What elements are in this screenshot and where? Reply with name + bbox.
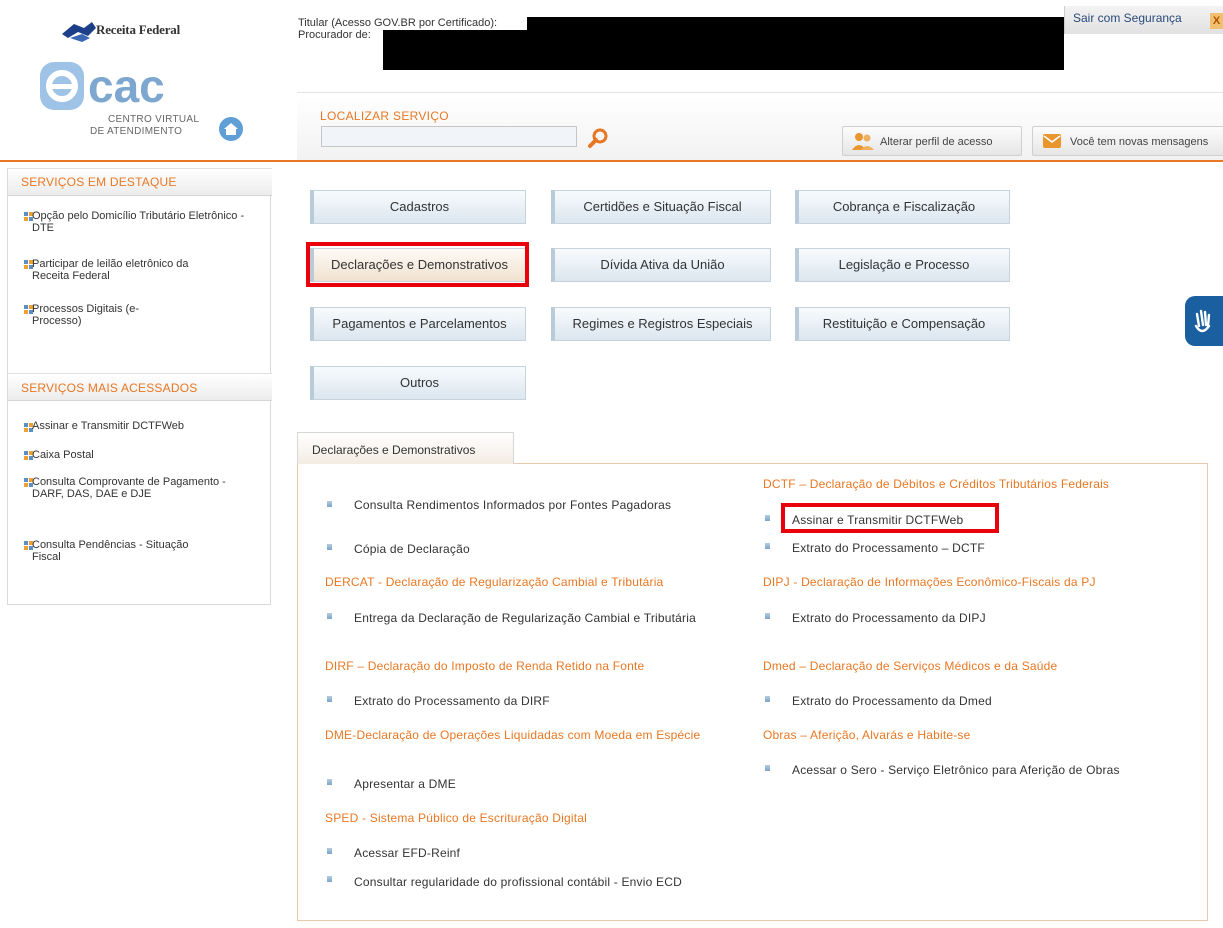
- close-icon[interactable]: X: [1210, 13, 1223, 29]
- bullet-icon: [327, 779, 332, 785]
- home-icon[interactable]: [218, 116, 244, 142]
- search-icon[interactable]: [587, 127, 609, 149]
- sidebar-item-pendencias[interactable]: Consulta Pendências - Situação Fiscal: [32, 539, 202, 563]
- category-outros[interactable]: Outros: [310, 366, 526, 400]
- service-item[interactable]: Extrato do Processamento – DCTF: [792, 542, 985, 555]
- sidebar-item-leilao[interactable]: Participar de leilão eletrônico da Recei…: [32, 258, 222, 282]
- bullet-icon: [327, 613, 332, 619]
- section-title-dme: DME-Declaração de Operações Liquidadas c…: [325, 728, 701, 742]
- titular-label: Titular (Acesso GOV.BR por Certificado):: [298, 17, 498, 29]
- service-item[interactable]: Cópia de Declaração: [354, 543, 470, 556]
- brand-name: Receita Federal: [96, 22, 180, 37]
- bullet-icon: [327, 501, 332, 507]
- highlight-box: [306, 242, 529, 287]
- service-item[interactable]: Acessar o Sero - Serviço Eletrônico para…: [792, 764, 1132, 777]
- sidebar-item-caixa-postal[interactable]: Caixa Postal: [32, 449, 252, 461]
- header-divider: [0, 160, 1223, 162]
- service-item[interactable]: Extrato do Processamento da DIRF: [354, 695, 550, 708]
- sidebar-item-eprocesso[interactable]: Processos Digitais (e-Processo): [32, 303, 182, 327]
- section-title-obras: Obras – Aferição, Alvarás e Habite-se: [763, 728, 971, 742]
- logout-label[interactable]: Sair com Segurança: [1073, 11, 1182, 25]
- category-divida-ativa[interactable]: Dívida Ativa da União: [551, 248, 771, 282]
- section-title-sped: SPED - Sistema Público de Escrituração D…: [325, 811, 587, 825]
- service-item[interactable]: Consultar regularidade do profissional c…: [354, 876, 704, 889]
- hand-sign-icon: [1194, 309, 1211, 333]
- category-cobranca[interactable]: Cobrança e Fiscalização: [795, 190, 1010, 224]
- search-input[interactable]: [321, 126, 577, 147]
- users-icon: [852, 133, 874, 150]
- featured-header: SERVIÇOS EM DESTAQUE: [8, 168, 272, 196]
- envelope-icon: [1043, 134, 1061, 148]
- category-regimes[interactable]: Regimes e Registros Especiais: [551, 307, 771, 341]
- section-title-dercat: DERCAT - Declaração de Regularização Cam…: [325, 575, 664, 589]
- tab-declaracoes-label[interactable]: Declarações e Demonstrativos: [312, 443, 475, 457]
- section-title-dmed: Dmed – Declaração de Serviços Médicos e …: [763, 659, 1058, 673]
- accessibility-button[interactable]: [1185, 296, 1223, 346]
- sidebar-item-dte[interactable]: Opção pelo Domicílio Tributário Eletrôni…: [32, 210, 252, 234]
- bullet-icon: [765, 696, 770, 702]
- bullet-icon: [765, 765, 770, 771]
- service-item[interactable]: Entrega da Declaração de Regularização C…: [354, 612, 704, 625]
- service-item[interactable]: Extrato do Processamento da DIPJ: [792, 612, 986, 625]
- service-item[interactable]: Acessar EFD-Reinf: [354, 847, 460, 860]
- bullet-icon: [327, 848, 332, 854]
- category-certidoes[interactable]: Certidões e Situação Fiscal: [551, 190, 771, 224]
- bullet-icon: [327, 696, 332, 702]
- bullet-icon: [765, 543, 770, 549]
- redacted-block: [527, 17, 1064, 31]
- section-title-dctf: DCTF – Declaração de Débitos e Créditos …: [763, 477, 1110, 491]
- ecac-subtitle-1: CENTRO VIRTUAL: [108, 114, 200, 125]
- most-accessed-title: SERVIÇOS MAIS ACESSADOS: [21, 381, 198, 395]
- section-title-dirf: DIRF – Declaração do Imposto de Renda Re…: [325, 659, 645, 673]
- messages-label[interactable]: Você tem novas mensagens: [1070, 136, 1208, 148]
- service-item[interactable]: Extrato do Processamento da Dmed: [792, 695, 992, 708]
- category-restituicao[interactable]: Restituição e Compensação: [795, 307, 1010, 341]
- highlight-box: [781, 503, 999, 533]
- category-pagamentos[interactable]: Pagamentos e Parcelamentos: [310, 307, 526, 341]
- category-legislacao[interactable]: Legislação e Processo: [795, 248, 1010, 282]
- service-item[interactable]: Apresentar a DME: [354, 778, 456, 791]
- sidebar-item-dctfweb[interactable]: Assinar e Transmitir DCTFWeb: [32, 420, 252, 432]
- section-title-dipj: DIPJ - Declaração de Informações Econômi…: [763, 575, 1096, 589]
- service-item[interactable]: Consulta Rendimentos Informados por Font…: [354, 499, 684, 512]
- sidebar-item-comprovante[interactable]: Consulta Comprovante de Pagamento - DARF…: [32, 476, 232, 500]
- alter-profile-label[interactable]: Alterar perfil de acesso: [880, 136, 993, 148]
- redacted-block: [383, 30, 1064, 70]
- search-title: LOCALIZAR SERVIÇO: [320, 109, 449, 123]
- bullet-icon: [327, 876, 332, 882]
- category-cadastros[interactable]: Cadastros: [310, 190, 526, 224]
- ecac-subtitle-2: DE ATENDIMENTO: [90, 126, 183, 137]
- svg-text:cac: cac: [88, 60, 165, 112]
- bullet-icon: [765, 613, 770, 619]
- bullet-icon: [765, 515, 770, 521]
- bullet-icon: [327, 544, 332, 550]
- featured-title: SERVIÇOS EM DESTAQUE: [21, 175, 177, 189]
- most-accessed-header: SERVIÇOS MAIS ACESSADOS: [8, 373, 272, 401]
